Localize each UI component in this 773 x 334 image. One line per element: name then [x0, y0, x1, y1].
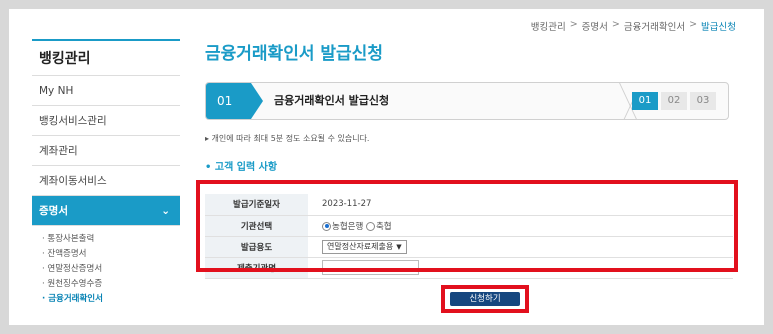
page-content: 뱅킹관리 > 증명서 > 금융거래확인서 > 발급신청 뱅킹관리 My NH 뱅…: [9, 9, 764, 325]
breadcrumb-separator: >: [569, 19, 578, 30]
sub-item-financial-confirmation[interactable]: · 금융거래확인서: [42, 292, 180, 307]
submit-highlight-box: 신청하기: [441, 285, 529, 313]
step-pill-2: 02: [661, 92, 687, 110]
sub-item-withholding-receipt[interactable]: · 원천징수영수증: [42, 277, 180, 292]
sub-item-year-end-cert[interactable]: · 연말정산증명서: [42, 262, 180, 277]
page-title: 금융거래확인서 발급신청: [205, 44, 383, 64]
sidebar-title: 뱅킹관리: [32, 39, 180, 76]
step-pill-1: 01: [632, 92, 658, 110]
step-arrow-shape: [251, 83, 263, 119]
breadcrumb-item-financial-confirmation[interactable]: 금융거래확인서: [624, 19, 685, 33]
breadcrumb-separator: >: [689, 19, 698, 30]
chevron-down-icon: ⌄: [161, 205, 170, 217]
breadcrumb: 뱅킹관리 > 증명서 > 금융거래확인서 > 발급신청: [531, 19, 736, 33]
sidebar-item-my-nh[interactable]: My NH: [32, 76, 180, 106]
sidebar-item-account-management[interactable]: 계좌관리: [32, 136, 180, 166]
sidebar-item-label: 증명서: [39, 205, 68, 217]
current-step-label: 금융거래확인서 발급신청: [274, 94, 390, 107]
sidebar-sub-list: · 통장사본출력 · 잔액증명서 · 연말정산증명서 · 원천징수영수증 · 금…: [32, 226, 180, 307]
step-indicator: 01 금융거래확인서 발급신청 01 02 03: [205, 82, 729, 120]
submit-button[interactable]: 신청하기: [450, 292, 520, 306]
processing-time-note: ▸ 개인에 따라 최대 5분 정도 소요될 수 있습니다.: [205, 134, 370, 143]
breadcrumb-item-current: 발급신청: [701, 22, 736, 33]
step-pill-3: 03: [690, 92, 716, 110]
main-content: 금융거래확인서 발급신청 01 금융거래확인서 발급신청 01 02 03 ▸ …: [205, 39, 735, 279]
breadcrumb-separator: >: [611, 19, 620, 30]
section-heading: • 고객 입력 사항: [205, 162, 278, 173]
sub-item-balance-cert[interactable]: · 잔액증명서: [42, 247, 180, 262]
breadcrumb-item-banking[interactable]: 뱅킹관리: [531, 19, 566, 33]
current-step-number: 01: [206, 83, 251, 119]
sidebar-item-account-transfer[interactable]: 계좌이동서비스: [32, 166, 180, 196]
sidebar-item-certificate[interactable]: 증명서 ⌄: [32, 196, 180, 226]
sidebar-item-banking-service[interactable]: 뱅킹서비스관리: [32, 106, 180, 136]
step-pills: 01 02 03: [632, 92, 716, 110]
breadcrumb-item-certificate[interactable]: 증명서: [582, 19, 608, 33]
sidebar: 뱅킹관리 My NH 뱅킹서비스관리 계좌관리 계좌이동서비스 증명서 ⌄ · …: [32, 39, 180, 325]
sub-item-bankbook-copy[interactable]: · 통장사본출력: [42, 232, 180, 247]
form-highlight-box: [196, 180, 738, 272]
